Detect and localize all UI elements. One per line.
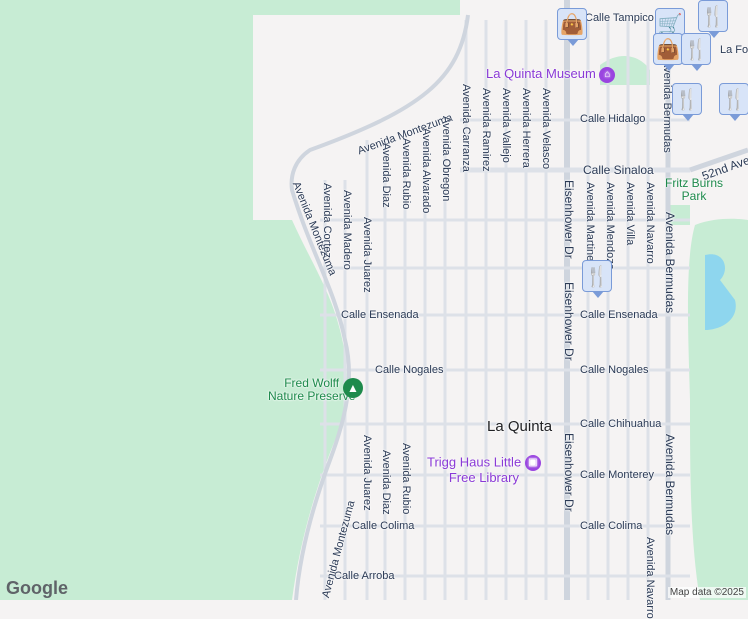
map-canvas[interactable]: [0, 0, 748, 600]
street-label: Calle Monterey: [580, 469, 654, 481]
street-label: Avenida Diaz: [380, 143, 392, 208]
google-logo[interactable]: Google: [6, 578, 68, 599]
park-name: Park: [681, 189, 707, 203]
street-label: Avenida Navarro: [644, 537, 656, 619]
restaurant-marker[interactable]: 🍴: [672, 83, 702, 121]
street-label: Calle Tampico: [585, 12, 654, 24]
street-label: Avenida Bermudas: [663, 434, 677, 536]
street-label: Calle Nogales: [580, 364, 649, 376]
shopping-bag-marker[interactable]: 👜: [557, 8, 587, 46]
street-label: Avenida Obregon: [440, 116, 452, 202]
fork-knife-icon: 🍴: [674, 88, 700, 111]
street-label: Avenida Carranza: [460, 84, 472, 172]
library-label[interactable]: Trigg Haus Little ▣ Free Library: [427, 455, 541, 485]
street-label: Avenida Martinez: [584, 182, 596, 267]
museum-name: La Quinta Museum: [486, 66, 596, 81]
park-label[interactable]: Fritz Burns Park: [665, 177, 723, 203]
street-label: Avenida Rubio: [400, 443, 412, 515]
street-label: Avenida Juarez: [361, 435, 373, 511]
restaurant-marker[interactable]: 🍴: [681, 33, 711, 71]
street-label: Calle Sinaloa: [583, 163, 654, 177]
shopping-bag-icon: 👜: [655, 38, 681, 61]
street-label: Eisenhower Dr: [562, 433, 576, 512]
preserve-name: Fred Wolff: [284, 376, 340, 390]
preserve-name: Nature Preserve: [268, 389, 356, 403]
street-label: Calle Chihuahua: [580, 418, 662, 430]
restaurant-marker[interactable]: 🍴: [698, 0, 728, 38]
tree-icon: ▲: [343, 378, 363, 398]
fork-knife-icon: 🍴: [721, 88, 747, 111]
street-label: Avenida Cortez: [321, 183, 333, 259]
shopping-bag-icon: 👜: [559, 13, 585, 36]
fork-knife-icon: 🍴: [683, 38, 709, 61]
street-label: Calle Hidalgo: [580, 113, 646, 125]
map-attribution[interactable]: Map data ©2025: [667, 587, 746, 598]
street-label: Calle Nogales: [375, 364, 444, 376]
street-label: Calle Colima: [352, 520, 415, 532]
street-label: Calle Ensenada: [341, 309, 419, 321]
museum-label[interactable]: La Quinta Museum ⌂: [486, 66, 616, 83]
street-label: Avenida Alvarado: [420, 128, 432, 214]
shopping-bag-marker[interactable]: 👜: [653, 33, 683, 71]
street-label: Calle Arroba: [334, 570, 395, 582]
restaurant-marker[interactable]: 🍴: [582, 260, 612, 298]
library-icon: ▣: [524, 455, 541, 471]
street-label: Avenida Villa: [624, 182, 636, 246]
street-label: Avenida Velasco: [540, 88, 552, 170]
park-name: Fritz Burns: [665, 176, 724, 190]
city-label: La Quinta: [487, 418, 553, 435]
street-label: Avenida Mendoza: [604, 182, 616, 270]
street-label: Avenida Bermudas: [663, 212, 677, 314]
fork-knife-icon: 🍴: [700, 5, 726, 28]
street-label: Avenida Herrera: [520, 88, 532, 168]
street-label: Avenida Juarez: [361, 217, 373, 293]
restaurant-marker[interactable]: 🍴: [719, 83, 748, 121]
street-label: Avenida Ramirez: [480, 88, 492, 172]
fork-knife-icon: 🍴: [584, 265, 610, 288]
street-label: Eisenhower Dr: [562, 282, 576, 361]
street-label: La Fo: [720, 44, 748, 56]
park-areas: [0, 0, 748, 600]
street-label: Calle Ensenada: [580, 309, 658, 321]
street-label: Avenida Navarro: [644, 182, 656, 264]
street-label: Eisenhower Dr: [562, 180, 576, 259]
street-label: Calle Colima: [580, 520, 643, 532]
street-label: Avenida Rubio: [400, 138, 412, 210]
street-label: Avenida Madero: [341, 190, 353, 270]
library-name: Trigg Haus Little: [427, 454, 522, 470]
street-label: Avenida Vallejo: [500, 88, 512, 163]
library-name: Free Library: [448, 470, 519, 485]
street-label: Avenida Diaz: [380, 450, 392, 515]
museum-icon: ⌂: [599, 66, 616, 83]
